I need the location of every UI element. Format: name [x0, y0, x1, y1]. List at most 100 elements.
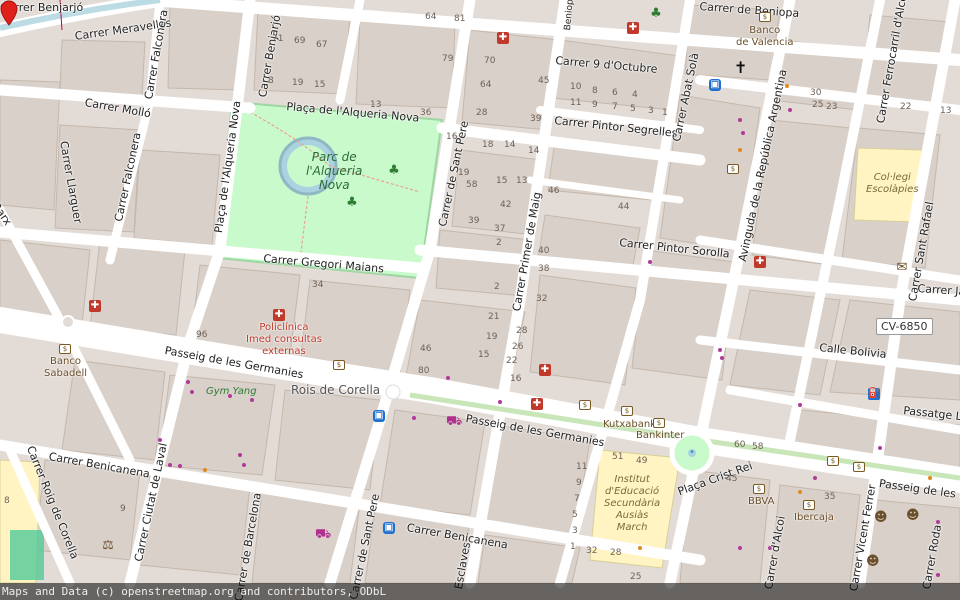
house-number: 34 [312, 280, 324, 290]
theatre-icon[interactable]: ☻ [906, 509, 920, 522]
poi-banco-valencia[interactable]: Banco de Valencia [736, 25, 794, 49]
house-number: 64 [425, 12, 437, 22]
house-number: 1 [570, 542, 576, 552]
church-icon[interactable]: ✝ [734, 60, 747, 76]
bank-icon[interactable]: $ [803, 500, 815, 510]
house-number: 19 [486, 332, 498, 342]
house-number: 23 [826, 102, 838, 112]
bank-icon[interactable]: $ [759, 12, 771, 22]
house-number: 3 [648, 106, 654, 116]
hospital-icon[interactable]: ✚ [531, 398, 543, 410]
poi-col-legi[interactable]: Col·legi Escolàpies [866, 172, 919, 196]
house-number: 81 [454, 14, 466, 24]
hospital-icon[interactable]: ✚ [497, 32, 509, 44]
house-number: 5 [572, 510, 578, 520]
house-number: 32 [586, 546, 598, 556]
shop-icon[interactable]: ⛟ [315, 528, 331, 541]
house-number: 9 [592, 100, 598, 110]
bank-icon[interactable]: $ [853, 462, 865, 472]
house-number: 2 [494, 282, 500, 292]
house-number: 46 [420, 344, 432, 354]
poi-policlinica-line1: Policlínica [259, 322, 309, 333]
house-number: 2 [496, 238, 502, 248]
park-icon[interactable]: ♣ [650, 7, 662, 20]
house-number: 8 [268, 76, 274, 86]
park-icon[interactable]: ♣ [388, 164, 400, 177]
house-number: 3 [572, 526, 578, 536]
fuel-icon[interactable]: ⛽ [868, 388, 880, 400]
house-number: 11 [576, 462, 588, 472]
house-number: 64 [480, 80, 492, 90]
location-marker-pin[interactable] [0, 0, 18, 26]
bank-icon[interactable]: $ [579, 400, 591, 410]
bus-stop-icon[interactable]: ▣ [383, 522, 395, 534]
poi-ibercaja[interactable]: Ibercaja [794, 512, 834, 524]
hospital-icon[interactable]: ✚ [754, 256, 766, 268]
house-number: 16 [510, 374, 522, 384]
house-number: 19 [292, 78, 304, 88]
poi-policlinica-line3: externas [262, 346, 306, 357]
house-number: 15 [496, 176, 508, 186]
house-number: 46 [548, 186, 560, 196]
map-attribution[interactable]: Maps and Data (c) openstreetmap.org and … [0, 583, 960, 600]
poi-policlinica-line2: Imed consultas [246, 334, 322, 345]
poi-banco-sabadell[interactable]: Banco Sabadell [44, 356, 87, 380]
poi-institut-line3: Secundària [604, 498, 661, 509]
house-number: 13 [370, 100, 382, 110]
map-canvas[interactable]: Carrer Benjarjó Carrer Meravelles Carrer… [0, 0, 960, 600]
poi-col-legi-line2: Escolàpies [866, 184, 919, 195]
bank-icon[interactable]: $ [333, 360, 345, 370]
poi-col-legi-line1: Col·legi [873, 172, 911, 183]
house-number: 14 [504, 140, 516, 150]
bank-icon[interactable]: $ [653, 418, 665, 428]
bank-icon[interactable]: $ [59, 344, 71, 354]
house-number: 28 [610, 548, 622, 558]
house-number: 19 [458, 168, 470, 178]
poi-bbva[interactable]: BBVA [748, 496, 774, 508]
hospital-icon[interactable]: ✚ [539, 364, 551, 376]
bank-icon[interactable]: $ [827, 456, 839, 466]
house-number: 70 [484, 56, 496, 66]
theatre-icon[interactable]: ☻ [866, 555, 880, 568]
house-number: 14 [528, 146, 540, 156]
poi-institut[interactable]: Institut d'Educació Secundària Ausiàs Ma… [604, 474, 660, 534]
poi-banco-valencia-line2: de Valencia [736, 37, 794, 48]
bank-icon[interactable]: $ [727, 164, 739, 174]
poi-institut-line1: Institut [614, 474, 650, 485]
house-number: 49 [636, 456, 648, 466]
house-number: 10 [570, 82, 582, 92]
house-number: 22 [900, 102, 912, 112]
park-icon[interactable]: ♣ [346, 196, 358, 209]
shop-icon[interactable]: ⛟ [446, 415, 462, 428]
park-label: Parc de l'Alqueria Nova [306, 150, 362, 192]
house-number: 22 [506, 356, 518, 366]
bank-icon[interactable]: $ [621, 406, 633, 416]
theatre-icon[interactable]: ☻ [874, 511, 888, 524]
house-number: 15 [478, 350, 490, 360]
hospital-icon[interactable]: ✚ [273, 309, 285, 321]
poi-bankinter[interactable]: Bankinter [636, 430, 684, 442]
house-number: 28 [516, 326, 528, 336]
house-number: 35 [824, 492, 836, 502]
house-number: 28 [476, 108, 488, 118]
house-number: 39 [530, 114, 542, 124]
court-icon[interactable]: ⚖ [102, 539, 114, 552]
bank-icon[interactable]: $ [753, 484, 765, 494]
bus-stop-icon[interactable]: ▣ [709, 79, 721, 91]
house-number: 9 [576, 478, 582, 488]
poi-gym-yang[interactable]: Gym Yang [206, 386, 257, 397]
park-label-line2: l'Alqueria [306, 164, 363, 178]
house-number: 8 [592, 86, 598, 96]
poi-banco-sabadell-line1: Banco [50, 356, 81, 367]
hospital-icon[interactable]: ✚ [89, 300, 101, 312]
poi-policlinica[interactable]: Policlínica Imed consultas externas [246, 322, 322, 358]
house-number: 69 [294, 36, 306, 46]
post-icon[interactable]: ✉ [896, 261, 908, 274]
house-number: 36 [420, 108, 432, 118]
house-number: 42 [500, 200, 512, 210]
bus-stop-icon[interactable]: ▣ [373, 410, 385, 422]
house-number: 45 [538, 76, 550, 86]
hospital-icon[interactable]: ✚ [627, 22, 639, 34]
house-number: 45 [726, 474, 738, 484]
house-number: 39 [468, 216, 480, 226]
